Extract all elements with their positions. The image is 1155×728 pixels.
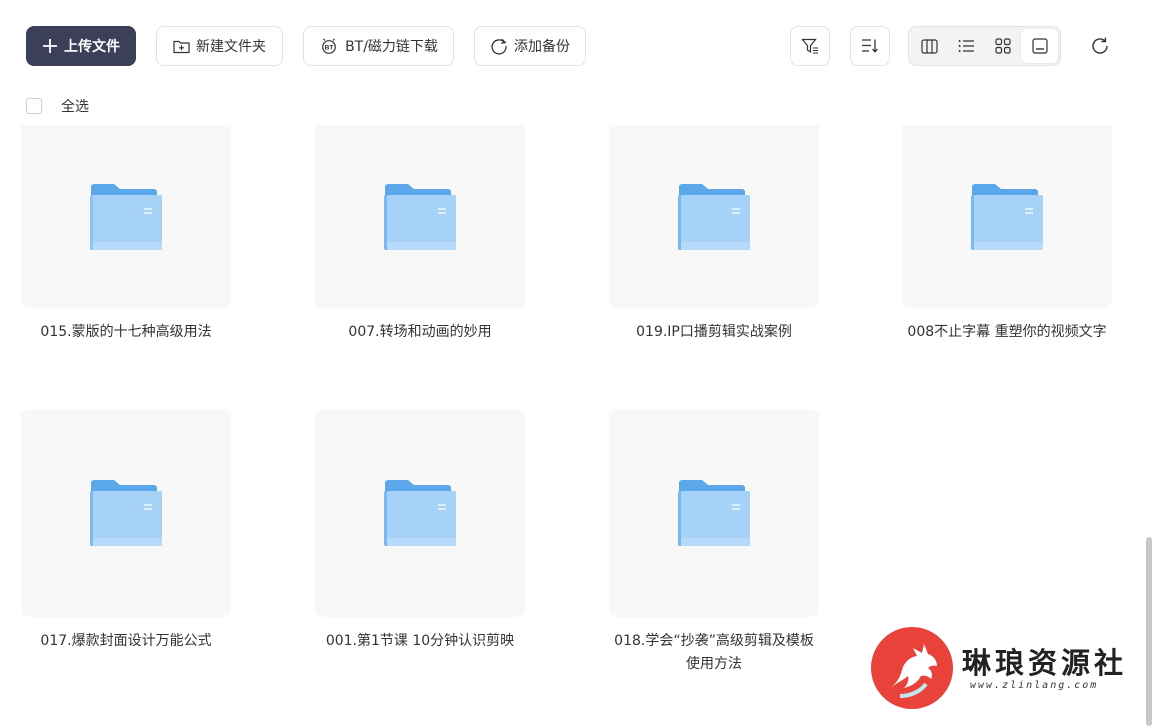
view-columns-button[interactable] bbox=[911, 29, 948, 63]
watermark-url: www.zlinlang.com bbox=[970, 680, 1099, 691]
refresh-icon bbox=[1092, 37, 1108, 54]
view-grid-button[interactable] bbox=[985, 29, 1022, 63]
select-all-label: 全选 bbox=[61, 99, 89, 115]
sort-icon bbox=[862, 39, 878, 53]
watermark: 琳琅资源社 www.zlinlang.com bbox=[866, 622, 1136, 712]
new-folder-button[interactable]: 新建文件夹 bbox=[156, 26, 283, 66]
folder-icon bbox=[384, 183, 456, 250]
plus-icon bbox=[43, 39, 57, 53]
select-all[interactable]: 全选 bbox=[26, 96, 89, 116]
upload-button[interactable]: 上传文件 bbox=[26, 26, 136, 66]
view-mode-switcher bbox=[908, 26, 1061, 66]
filter-icon bbox=[801, 38, 818, 54]
grid-icon bbox=[995, 38, 1011, 54]
folder-name[interactable]: 008不止字幕 重塑你的视频文字 bbox=[902, 321, 1112, 344]
upload-label: 上传文件 bbox=[64, 39, 120, 55]
folder-icon bbox=[90, 480, 162, 546]
list-icon bbox=[958, 40, 974, 52]
folder-icon bbox=[971, 183, 1043, 250]
folder-thumbnail[interactable] bbox=[21, 409, 231, 617]
select-all-checkbox[interactable] bbox=[26, 98, 42, 114]
folder-thumbnail[interactable] bbox=[609, 409, 819, 617]
folder-icon bbox=[90, 183, 162, 250]
sort-button[interactable] bbox=[850, 26, 890, 66]
folder-thumbnail[interactable] bbox=[315, 125, 525, 308]
folder-thumbnail[interactable] bbox=[902, 125, 1112, 308]
view-thumbnail-button[interactable] bbox=[1021, 29, 1058, 63]
thumbnail-icon bbox=[1032, 38, 1048, 54]
folder-add-icon bbox=[173, 40, 190, 53]
backup-label: 添加备份 bbox=[514, 39, 570, 55]
bt-label: BT/磁力链下载 bbox=[345, 39, 438, 55]
folder-thumbnail[interactable] bbox=[315, 409, 525, 617]
bt-magnet-download-button[interactable]: BT BT/磁力链下载 bbox=[303, 26, 454, 66]
folder-name[interactable]: 017.爆款封面设计万能公式 bbox=[21, 630, 231, 653]
svg-text:BT: BT bbox=[325, 45, 334, 52]
folder-icon bbox=[384, 480, 456, 546]
scrollbar-thumb[interactable] bbox=[1146, 537, 1152, 726]
folder-name[interactable]: 018.学会“抄袭”高级剪辑及模板使用方法 bbox=[609, 630, 819, 676]
bt-icon: BT bbox=[322, 38, 336, 54]
folder-icon bbox=[678, 183, 750, 250]
folder-name[interactable]: 007.转场和动画的妙用 bbox=[315, 321, 525, 344]
folder-name[interactable]: 001.第1节课 10分钟认识剪映 bbox=[315, 630, 525, 653]
columns-icon bbox=[921, 38, 938, 54]
add-backup-button[interactable]: 添加备份 bbox=[474, 26, 586, 66]
view-list-button[interactable] bbox=[948, 29, 985, 63]
folder-name[interactable]: 015.蒙版的十七种高级用法 bbox=[21, 321, 231, 344]
dragon-logo-icon bbox=[871, 627, 953, 709]
filter-button[interactable] bbox=[790, 26, 830, 66]
toolbar: 上传文件 新建文件夹 BT BT/磁力链下载 添加备份 bbox=[0, 0, 1155, 92]
watermark-title: 琳琅资源社 bbox=[962, 646, 1128, 680]
folder-thumbnail[interactable] bbox=[21, 125, 231, 308]
folder-thumbnail[interactable] bbox=[609, 125, 819, 308]
folder-name[interactable]: 019.IP口播剪辑实战案例 bbox=[609, 321, 819, 344]
sync-icon bbox=[491, 38, 507, 55]
folder-icon bbox=[678, 480, 750, 546]
new-folder-label: 新建文件夹 bbox=[196, 39, 266, 55]
refresh-button[interactable] bbox=[1086, 32, 1114, 60]
